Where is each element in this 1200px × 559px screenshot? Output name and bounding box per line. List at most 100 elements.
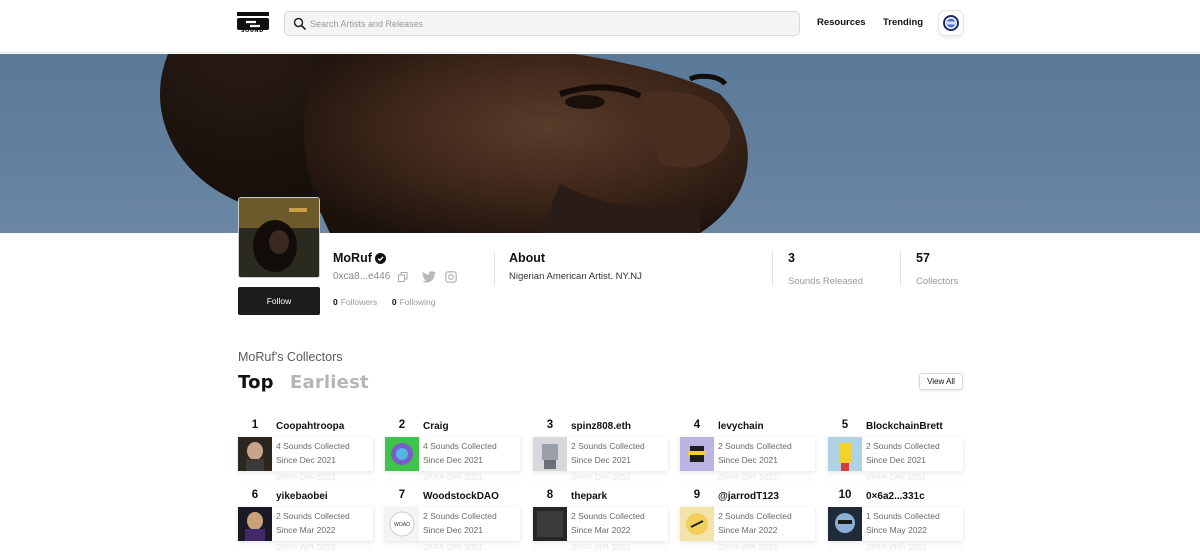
collector-reflection-text: Since Mar 2022 [571, 542, 631, 552]
user-avatar-icon [943, 15, 959, 31]
collector-name[interactable]: yikebaobei [276, 491, 328, 502]
sounds-released-label: Sounds Released [788, 276, 863, 287]
user-avatar-button[interactable] [939, 11, 963, 35]
collector-name[interactable]: levychain [718, 421, 764, 432]
collector-card[interactable]: 4 levychain 2 Sounds Collected Since Dec 20… [680, 419, 815, 484]
search-icon [293, 17, 306, 30]
collector-since-date: Since Dec 2021 [718, 455, 779, 465]
collector-rank: 6 [251, 489, 259, 501]
collector-avatar[interactable] [533, 507, 567, 541]
copy-icon[interactable] [398, 272, 408, 282]
logo-wordmark: SOUND [241, 28, 264, 34]
collector-sounds-collected: 2 Sounds Collected [718, 441, 792, 451]
collector-card-reflection: Since Dec 2021 [533, 471, 668, 484]
collector-name[interactable]: WoodstockDAO [423, 491, 499, 502]
collectors-label: Collectors [916, 276, 959, 287]
collector-sounds-collected: 2 Sounds Collected [423, 511, 497, 521]
about-text: Nigerian American Artist. NY.NJ [509, 271, 642, 282]
collector-avatar[interactable] [238, 437, 272, 471]
collector-details: 4 Sounds Collected Since Dec 2021 [385, 437, 520, 471]
collector-details: 2 Sounds Collected Since Mar 2022 [238, 507, 373, 541]
tab-top[interactable]: Top [238, 372, 274, 393]
collector-card[interactable]: 2 Craig 4 Sounds Collected Since Dec 2021 Si… [385, 419, 520, 484]
collector-details: WDAO 2 Sounds Collected Since Dec 2021 [385, 507, 520, 541]
collector-since-date: Since Dec 2021 [423, 525, 484, 535]
following-label: Following [399, 297, 436, 307]
collector-reflection-text: Since Dec 2021 [423, 472, 484, 482]
collector-name[interactable]: Craig [423, 421, 449, 432]
collector-card[interactable]: 8 thepark 2 Sounds Collected Since Mar 2022… [533, 489, 668, 554]
collector-card[interactable]: 1 Coopahtroopa 4 Sounds Collected Since Dec… [238, 419, 373, 484]
artist-profile-picture [238, 197, 320, 278]
collector-avatar[interactable] [680, 437, 714, 471]
collector-avatar[interactable] [238, 507, 272, 541]
collector-name[interactable]: BlockchainBrett [866, 421, 943, 432]
collector-reflection-text: Since Dec 2021 [718, 472, 779, 482]
collector-since-date: Since Dec 2021 [423, 455, 484, 465]
collector-name[interactable]: thepark [571, 491, 607, 502]
collector-card-reflection: Since Dec 2021 [385, 471, 520, 484]
collector-rank: 1 [251, 419, 259, 431]
collector-name[interactable]: Coopahtroopa [276, 421, 344, 432]
follow-button[interactable]: Follow [238, 287, 320, 315]
collector-details: 2 Sounds Collected Since Dec 2021 [680, 437, 815, 471]
collector-avatar[interactable] [828, 437, 862, 471]
collector-sounds-collected: 2 Sounds Collected [718, 511, 792, 521]
collector-details: 4 Sounds Collected Since Dec 2021 [238, 437, 373, 471]
collector-rank: 9 [693, 489, 701, 501]
collectors-section-title: MoRuf's Collectors [238, 350, 343, 364]
collector-since-date: Since Mar 2022 [718, 525, 778, 535]
collector-card[interactable]: 10 0×6a2...331c 1 Sounds Collected Since Ma… [828, 489, 963, 554]
instagram-icon[interactable] [445, 271, 457, 283]
collector-avatar[interactable] [385, 437, 419, 471]
search-input[interactable] [310, 14, 790, 33]
sounds-released-count: 3 [788, 251, 795, 265]
following-count: 0 [391, 297, 397, 307]
collector-reflection-text: Since Dec 2021 [571, 472, 632, 482]
collector-sounds-collected: 1 Sounds Collected [866, 511, 940, 521]
tab-earliest[interactable]: Earliest [290, 372, 369, 393]
stats-divider [772, 252, 773, 286]
collector-since-date: Since Dec 2021 [866, 455, 927, 465]
twitter-icon[interactable] [422, 271, 436, 283]
collector-card[interactable]: 3 spinz808.eth 2 Sounds Collected Since Dec… [533, 419, 668, 484]
followers-stat[interactable]: 0 Followers [333, 297, 377, 307]
view-all-button[interactable]: View All [919, 373, 963, 390]
collector-name[interactable]: spinz808.eth [571, 421, 631, 432]
search-bar[interactable] [284, 11, 800, 36]
nav-trending-link[interactable]: Trending [883, 17, 923, 28]
collector-avatar[interactable] [533, 437, 567, 471]
collector-since-date: Since Dec 2021 [571, 455, 632, 465]
collector-card[interactable]: 7 WoodstockDAO WDAO 2 Sounds Collected Since… [385, 489, 520, 554]
collector-name[interactable]: @jarrodT123 [718, 491, 779, 502]
followers-label: Followers [340, 297, 378, 307]
about-title: About [509, 251, 546, 265]
collector-rank: 8 [546, 489, 554, 501]
collector-avatar[interactable] [680, 507, 714, 541]
collectors-count: 57 [916, 251, 930, 265]
svg-text:WDAO: WDAO [394, 522, 410, 528]
profile-divider [494, 252, 495, 286]
collector-reflection-text: Since May 2022 [866, 542, 927, 552]
collector-avatar[interactable] [828, 507, 862, 541]
collector-name[interactable]: 0×6a2...331c [866, 491, 925, 502]
collector-card[interactable]: 5 BlockchainBrett 2 Sounds Collected Since … [828, 419, 963, 484]
collector-details: 2 Sounds Collected Since Mar 2022 [680, 507, 815, 541]
following-stat[interactable]: 0 Following [392, 297, 436, 307]
collector-reflection-text: Since Mar 2022 [718, 542, 778, 552]
collector-details: 2 Sounds Collected Since Mar 2022 [533, 507, 668, 541]
collector-sounds-collected: 2 Sounds Collected [571, 511, 645, 521]
nav-resources-link[interactable]: Resources [817, 17, 866, 28]
collector-card-reflection: Since Dec 2021 [680, 471, 815, 484]
top-nav-bar: SOUND Resources Trending [0, 0, 1200, 53]
collector-card-reflection: Since May 2022 [828, 541, 963, 554]
banner-portrait-image [0, 54, 1200, 233]
collector-reflection-text: Since Dec 2021 [423, 542, 484, 552]
wallet-address: 0xca8...e446 [333, 271, 391, 282]
collector-reflection-text: Since Dec 2021 [276, 472, 337, 482]
collector-avatar[interactable]: WDAO [385, 507, 419, 541]
collector-card[interactable]: 9 @jarrodT123 2 Sounds Collected Since Mar … [680, 489, 815, 554]
collector-card-reflection: Since Dec 2021 [238, 471, 373, 484]
collector-card[interactable]: 6 yikebaobei 2 Sounds Collected Since Mar 2… [238, 489, 373, 554]
collector-reflection-text: Since Mar 2022 [276, 542, 336, 552]
